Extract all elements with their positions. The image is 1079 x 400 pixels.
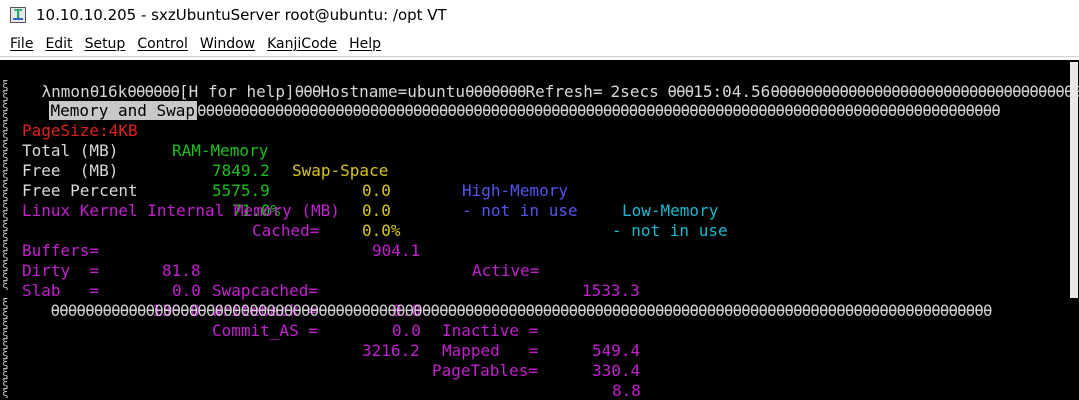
- inactive-label: Inactive =: [442, 321, 539, 340]
- commit-as-label: Commit_AS =: [212, 321, 318, 340]
- terminal-screen[interactable]: λnmonθ16kθθθθθθ[H for help]θθθHostname=u…: [0, 60, 1079, 400]
- kernel-row-buffers: Buffers= 81.8 Swapcached= 0.0 Inactive =…: [0, 221, 1060, 360]
- menu-window[interactable]: Window: [200, 36, 255, 52]
- left-edge-marks: ξξξξξξξξξξξξξξξξξξξξξ: [2, 78, 9, 291]
- mapped-label: Mapped =: [442, 341, 539, 360]
- window-title: 10.10.10.205 - sxzUbuntuServer root@ubun…: [36, 6, 447, 24]
- writeback-value: 0.0: [392, 321, 421, 340]
- inactive-value: 549.4: [592, 341, 641, 360]
- column-headers: PageSize:4KB RAM-Memory Swap-Space High-…: [0, 101, 1060, 220]
- free-row: Free (MB) 5575.9 0.0: [0, 141, 1060, 220]
- separator-filler: θθθθθθθθθθθθθθθθθθθθθθθθθθθθθθθθθθθθθθθθ…: [50, 301, 993, 320]
- menu-edit[interactable]: Edit: [45, 36, 72, 52]
- window-titlebar: 10.10.10.205 - sxzUbuntuServer root@ubun…: [0, 0, 1079, 30]
- teraterm-app-icon[interactable]: [10, 7, 26, 23]
- pagetables-value: 8.8: [612, 381, 641, 400]
- section-title-line: Memory and Swap θθθθθθθθθθθθθθθθθθθθθθθθθ…: [10, 81, 1069, 120]
- pagetables-label: PageTables=: [432, 361, 538, 380]
- menu-control[interactable]: Control: [137, 36, 188, 52]
- menu-help[interactable]: Help: [349, 36, 381, 52]
- free-percent-row: Free Percent 71.0% 0.0%: [0, 161, 1060, 240]
- kernel-title-row: Linux Kernel Internal Memory (MB): [0, 181, 1060, 220]
- bottom-separator: θθθθθθθθθθθθθθθθθθθθθθθθθθθθθθθθθθθθθθθθ…: [12, 281, 1069, 320]
- kernel-row-slab: Slab = 130.0 Commit_AS = 3216.2 PageTabl…: [0, 261, 1060, 400]
- mapped-value: 330.4: [592, 361, 641, 380]
- menu-bar: File Edit Setup Control Window KanjiCode…: [0, 32, 1079, 57]
- commit-as-value: 3216.2: [362, 341, 420, 360]
- left-edge-marks-lower: ξξξξξξξξξξ: [2, 296, 9, 399]
- menu-file[interactable]: File: [10, 36, 33, 52]
- nmon-header-line: λnmonθ16kθθθθθθ[H for help]θθθHostname=u…: [3, 62, 1079, 101]
- menu-setup[interactable]: Setup: [85, 36, 126, 52]
- kernel-row-dirty: Dirty = 0.0 Writeback = 0.0 Mapped = 330…: [0, 241, 1060, 380]
- total-row: Total (MB) 7849.2 0.0 - not in use - not…: [0, 121, 1060, 240]
- kernel-row-cached: Cached= 904.1 Active= 1533.3: [0, 201, 1060, 300]
- vertical-scrollbar[interactable]: [1070, 62, 1078, 298]
- menu-kanjicode[interactable]: KanjiCode: [267, 36, 337, 52]
